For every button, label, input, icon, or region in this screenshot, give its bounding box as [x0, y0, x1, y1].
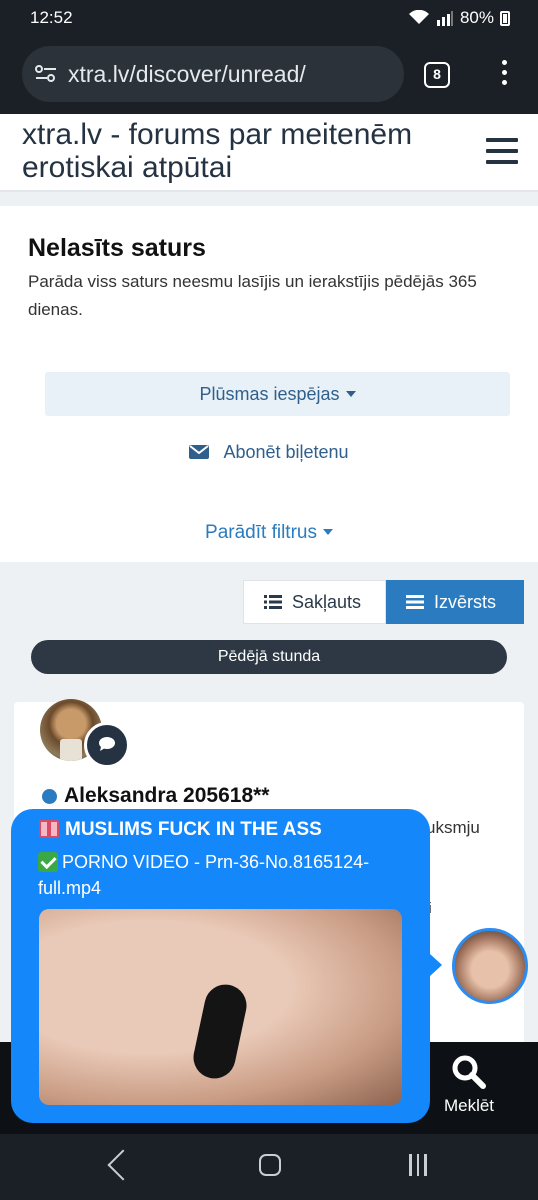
search-nav-button[interactable]: Meklēt — [438, 1054, 500, 1116]
item-author[interactable]: Aleksandra 205618** — [42, 784, 269, 808]
popup-image[interactable] — [39, 909, 402, 1105]
item-snippet: uksmju — [426, 818, 480, 837]
popup-notification[interactable]: MUSLIMS FUCK IN THE ASS PORNO VIDEO - Pr… — [11, 809, 430, 1123]
collapsed-view-button[interactable]: Sakļauts — [243, 580, 386, 624]
page-description: Parāda viss saturs neesmu lasījis un ier… — [28, 272, 477, 319]
status-bar: 12:52 80% — [0, 0, 538, 36]
screen: 12:52 80% xtra.lv/discover/unread/ 8 xtr… — [0, 0, 538, 1200]
chat-bubble-icon — [84, 722, 130, 768]
gift-icon — [39, 820, 59, 838]
popup-pointer — [430, 954, 442, 976]
popup-title: MUSLIMS FUCK IN THE ASS — [39, 819, 322, 841]
expanded-view-button[interactable]: Izvērsts — [386, 580, 524, 624]
system-navigation-bar — [0, 1134, 538, 1200]
expanded-view-label: Izvērsts — [434, 591, 497, 612]
page-title: Nelasīts saturs — [28, 234, 206, 262]
subscribe-newsletter-link[interactable]: Abonēt biļetenu — [0, 442, 538, 463]
browser-toolbar: xtra.lv/discover/unread/ 8 — [0, 36, 538, 114]
search-icon — [452, 1055, 486, 1089]
popup-thumbnail[interactable] — [452, 928, 528, 1004]
show-filters-label: Parādīt filtrus — [205, 522, 317, 543]
collapsed-view-label: Sakļauts — [292, 591, 362, 612]
battery-percent: 80% — [459, 8, 494, 27]
list-icon — [264, 595, 282, 609]
address-bar[interactable]: xtra.lv/discover/unread/ — [22, 46, 404, 102]
page-intro: Nelasīts saturs Parāda viss saturs neesm… — [0, 206, 538, 562]
signal-icon — [436, 11, 453, 26]
popup-body-text: PORNO VIDEO - Prn-36-No.8165124-full.mp4 — [38, 852, 370, 898]
popup-title-text: MUSLIMS FUCK IN THE ASS — [65, 819, 322, 840]
feed-options-button[interactable]: Plūsmas iespējas — [45, 372, 510, 416]
show-filters-link[interactable]: Parādīt filtrus — [0, 522, 538, 544]
status-time: 12:52 — [30, 8, 73, 27]
back-icon[interactable] — [107, 1149, 139, 1181]
popup-body: PORNO VIDEO - Prn-36-No.8165124-full.mp4 — [38, 849, 408, 901]
tab-switcher-button[interactable]: 8 — [424, 62, 450, 88]
search-nav-label: Meklēt — [443, 1096, 495, 1115]
censor-bar — [189, 980, 251, 1083]
time-divider: Pēdējā stunda — [31, 640, 507, 674]
more-options-icon[interactable] — [496, 60, 512, 90]
recent-apps-icon[interactable] — [409, 1154, 433, 1176]
wifi-icon — [408, 10, 429, 24]
caret-down-icon — [345, 391, 356, 397]
checkmark-icon — [38, 852, 58, 872]
view-toggle: Sakļauts Izvērsts — [243, 580, 524, 624]
subscribe-label: Abonēt biļetenu — [223, 442, 349, 462]
battery-icon — [500, 10, 510, 26]
site-settings-icon[interactable] — [34, 64, 58, 84]
caret-down-icon — [322, 529, 333, 535]
site-title[interactable]: xtra.lv - forums par meitenēm erotiskai … — [22, 118, 482, 184]
unread-dot-icon — [42, 788, 57, 804]
url-text: xtra.lv/discover/unread/ — [68, 60, 306, 87]
feed-options-label: Plūsmas iespējas — [199, 384, 340, 404]
menu-icon[interactable] — [486, 138, 518, 164]
site-header: xtra.lv - forums par meitenēm erotiskai … — [0, 114, 538, 192]
status-icons: 80% — [408, 8, 510, 28]
lines-icon — [406, 595, 424, 609]
home-icon[interactable] — [259, 1154, 281, 1176]
author-name: Aleksandra 205618** — [64, 784, 270, 807]
envelope-icon — [189, 445, 210, 459]
